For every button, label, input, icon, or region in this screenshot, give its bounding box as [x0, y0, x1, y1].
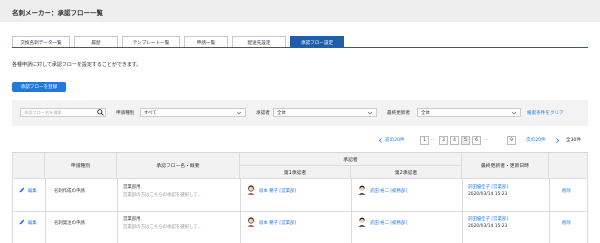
pencil-icon[interactable] — [19, 187, 25, 193]
request-type-cell: 名刺作成の申請 — [54, 189, 85, 194]
updated-at-cell: 2020/03/14 15:23 — [468, 192, 508, 197]
flow-desc-cell: 営業部の方はこちらの承認を選択して… — [123, 225, 202, 230]
updater-label: 最終更新者 — [387, 111, 410, 116]
approval-flow-table: 申請種別 承認フロー名・概要 承認者 第1承認者 第2承認者 最終更新者・更新日… — [12, 152, 588, 243]
header-approver2: 第2承認者 — [351, 166, 462, 179]
flow-desc-cell: 営業部の方はこちらの承認を選択して… — [123, 193, 202, 198]
total-count: 全30件 — [566, 138, 582, 143]
header-approver1: 第1承認者 — [240, 166, 351, 179]
header-edit-col — [12, 153, 45, 179]
prev-page-link[interactable]: 前の20件 — [385, 137, 405, 143]
updater-select[interactable]: 全体 — [417, 108, 521, 117]
updater-link[interactable]: 前田優佳子 [営業部] — [468, 216, 508, 222]
chevron-down-icon — [236, 111, 242, 115]
request-type-select[interactable]: すべて — [140, 108, 246, 117]
avatar-icon — [358, 217, 366, 227]
edit-link[interactable]: 編集 — [28, 220, 37, 226]
page-description: 各種申請に対して承認フローを設定することができます。 — [12, 62, 142, 68]
updater-value: 全体 — [421, 110, 430, 116]
page-3[interactable]: 3 — [439, 136, 448, 145]
page-ellipsis: … — [484, 137, 489, 142]
flow-name-cell: 営業部用 — [123, 185, 141, 190]
edit-link[interactable]: 編集 — [28, 188, 37, 194]
approver-label: 承認者 — [256, 111, 270, 116]
page-6[interactable]: 6 — [472, 136, 481, 145]
flow-name-cell: 営業部用 — [123, 217, 141, 222]
updater-link[interactable]: 前田優佳子 [営業部] — [468, 184, 508, 190]
avatar-icon — [247, 217, 255, 227]
page-5-current[interactable]: 5 — [461, 136, 470, 145]
page-title: 名刺メーカー：承認フロー一覧 — [12, 9, 103, 17]
request-type-value: すべて — [144, 110, 157, 116]
updated-at-cell: 2020/03/14 15:23 — [468, 224, 508, 229]
register-flow-button[interactable]: 承認フローを登録 — [12, 82, 66, 92]
page-last[interactable]: 9 — [507, 136, 516, 145]
approver1-link[interactable]: 坂本 穂子 [営業部] — [259, 188, 296, 194]
page-header: 名刺メーカー：承認フロー一覧 — [0, 0, 600, 22]
request-type-label: 申請種別 — [116, 111, 135, 116]
page-first[interactable]: 1 — [420, 136, 429, 145]
header-approver: 承認者 — [240, 153, 462, 166]
delete-link[interactable]: 削除 — [562, 188, 571, 194]
delete-link[interactable]: 削除 — [562, 220, 571, 226]
header-last-updated: 最終更新者・更新日時 — [462, 153, 549, 179]
avatar-icon — [358, 185, 366, 195]
chevron-left-icon[interactable] — [378, 138, 383, 143]
header-request-type: 申請種別 — [45, 153, 117, 179]
page-4[interactable]: 4 — [450, 136, 459, 145]
pencil-icon[interactable] — [19, 219, 25, 225]
approver2-link[interactable]: 武田 裕二 [総務部] — [370, 188, 407, 194]
request-type-cell: 名刺発注の申請 — [54, 221, 85, 226]
approver1-link[interactable]: 坂本 穂子 [営業部] — [259, 220, 296, 226]
clear-filters-link[interactable]: 検索条件をクリア — [527, 110, 564, 116]
chevron-right-icon[interactable] — [555, 138, 560, 143]
header-delete-col — [549, 153, 588, 179]
approver2-link[interactable]: 武田 裕二 [総務部] — [370, 220, 407, 226]
chevron-down-icon — [511, 111, 517, 115]
chevron-down-icon — [367, 111, 373, 115]
next-page-link[interactable]: 次の20件 — [526, 137, 546, 143]
header-flow-name: 承認フロー名・概要 — [117, 153, 240, 179]
tab-underline — [12, 47, 588, 48]
search-input[interactable]: 承認フロー名を検索 — [20, 108, 106, 117]
approver-value: 全体 — [277, 110, 286, 116]
search-icon[interactable] — [97, 109, 104, 116]
approver-select[interactable]: 全体 — [273, 108, 377, 117]
page-ellipsis: … — [431, 137, 436, 142]
avatar-icon — [247, 185, 255, 195]
